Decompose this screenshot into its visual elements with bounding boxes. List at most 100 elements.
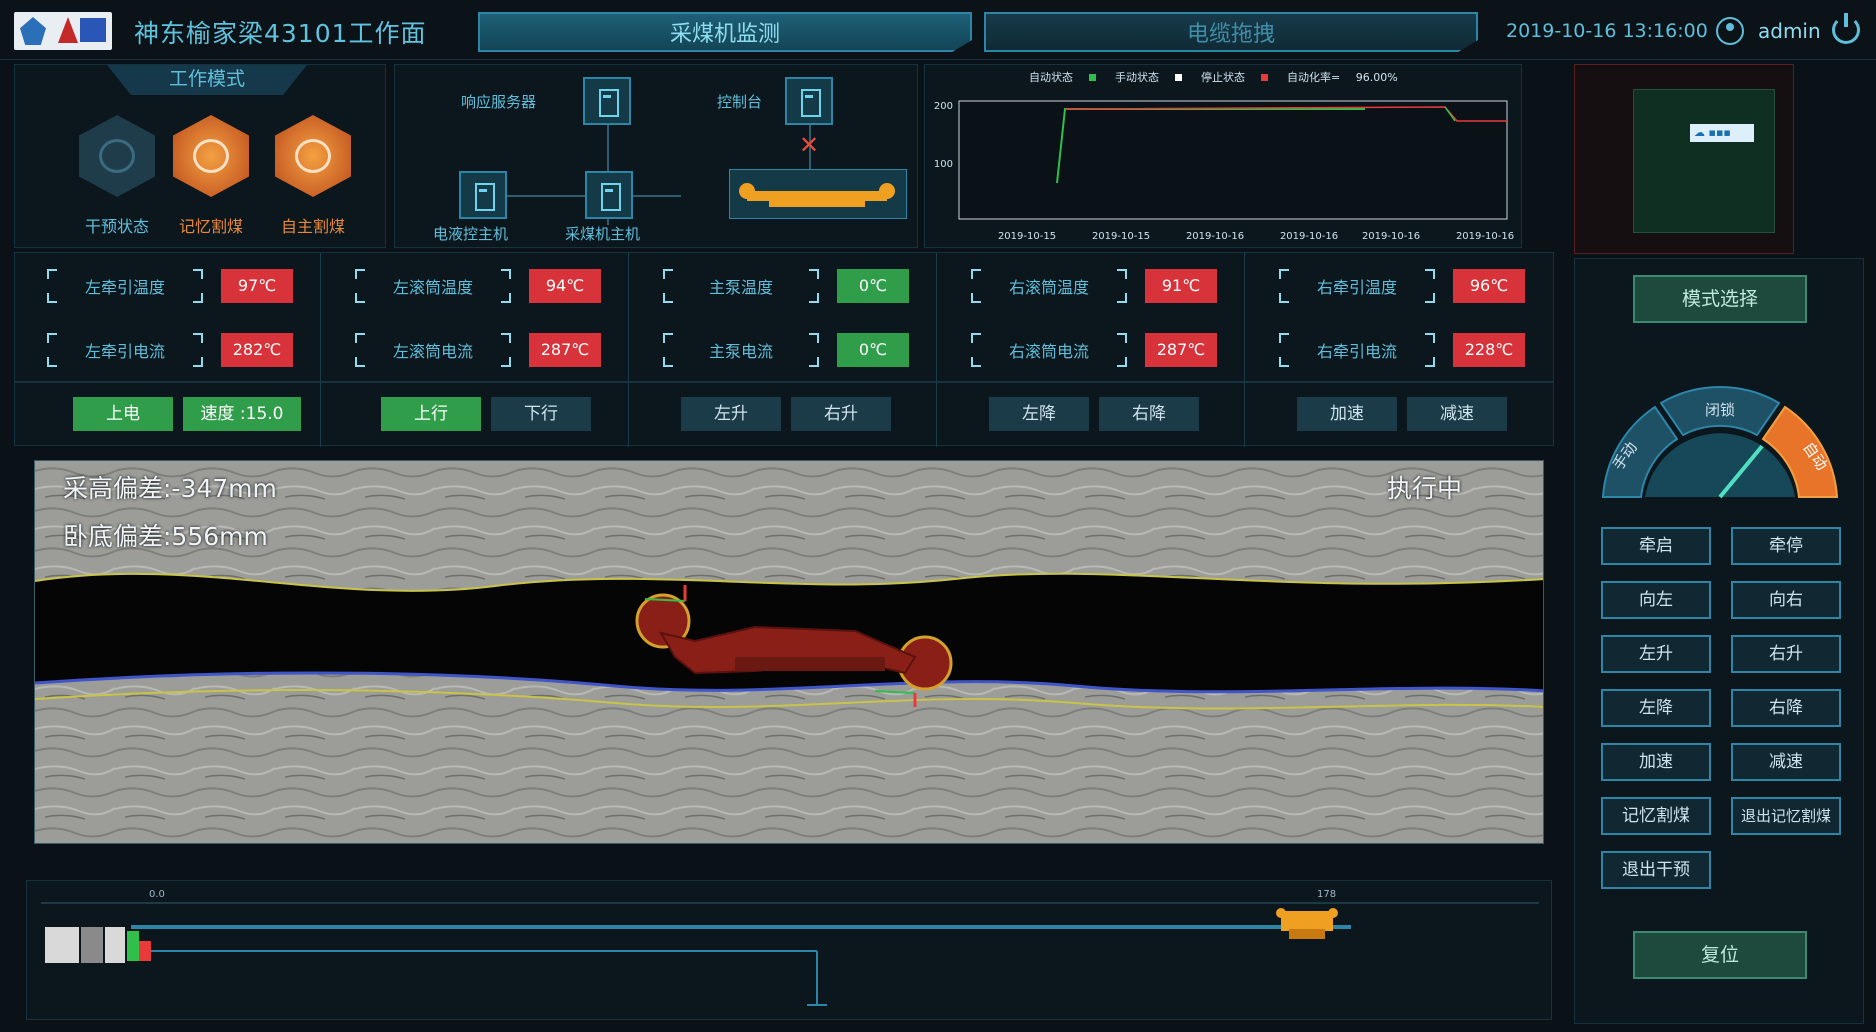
sensor-panel: 左牵引温度 97℃ 左牵引电流 282℃ 左滚筒温度 94℃ 左滚筒电流 287℃ 主泵… <box>14 252 1554 383</box>
side-left-raise-button[interactable]: 左升 <box>1601 635 1711 673</box>
move-left-button[interactable]: 向左 <box>1601 581 1711 619</box>
trend-xtick: 2019-10-16 <box>1362 231 1420 242</box>
network-topology-panel: 响应服务器 控制台 ✕ 电液控主机 采煤机主机 <box>394 64 918 248</box>
speed-button[interactable]: 速度 :15.0 <box>183 397 301 431</box>
user-icon[interactable] <box>1716 17 1744 45</box>
datetime-display: 2019-10-16 13:16:00 <box>1506 20 1708 42</box>
side-right-lower-button[interactable]: 右降 <box>1731 689 1841 727</box>
sensor-value: 97℃ <box>221 269 293 303</box>
move-up-button[interactable]: 上行 <box>381 397 481 431</box>
floor-deviation-readout: 卧底偏差:556mm <box>63 522 268 551</box>
sensor-name: 左滚筒温度 <box>353 267 513 305</box>
sensor-group-right-haul: 右牵引温度 96℃ 右牵引电流 228℃ <box>1247 253 1553 383</box>
control-group-power: 上电 速度 :15.0 <box>15 383 321 447</box>
control-group-speed: 加速 减速 <box>1247 383 1553 447</box>
sensor-group-left-drum: 左滚筒温度 94℃ 左滚筒电流 287℃ <box>323 253 629 383</box>
trend-xtick: 2019-10-15 <box>998 231 1056 242</box>
left-lower-button[interactable]: 左降 <box>989 397 1089 431</box>
mode-memory-cutting-label: 记忆割煤 <box>178 217 243 236</box>
target-icon <box>99 139 135 173</box>
hydraulic-host-node[interactable] <box>459 171 507 219</box>
execution-status: 执行中 <box>1387 474 1463 503</box>
sensor-name: 右滚筒温度 <box>969 267 1129 305</box>
automation-trend-chart: 自动状态 手动状态 停止状态 自动化率= 96.00% 200 100 2019… <box>924 64 1522 248</box>
track-visualization: 0.0 178 <box>41 889 1539 1006</box>
side-left-lower-button[interactable]: 左降 <box>1601 689 1711 727</box>
mode-auto-cutting-button[interactable] <box>275 115 351 197</box>
control-group-lower: 左降 右降 <box>939 383 1245 447</box>
console-node[interactable] <box>785 77 833 125</box>
sensor-value: 96℃ <box>1453 269 1525 303</box>
company-logo <box>14 12 112 50</box>
sensor-value: 282℃ <box>221 333 293 367</box>
response-server-label: 响应服务器 <box>461 93 537 111</box>
legend-auto: 自动状态 <box>1029 71 1100 84</box>
sensor-group-left-haul: 左牵引温度 97℃ 左牵引电流 282℃ <box>15 253 321 383</box>
sensor-value: 0℃ <box>837 269 909 303</box>
sensor-value: 0℃ <box>837 333 909 367</box>
exit-memory-cutting-button[interactable]: 退出记忆割煤 <box>1731 797 1841 835</box>
camera-preview-panel: ☁ ▪▪▪ <box>1574 64 1794 254</box>
exit-intervention-button[interactable]: 退出干预 <box>1601 851 1711 889</box>
mode-select-button[interactable]: 模式选择 <box>1633 275 1807 323</box>
gauge-label-locked: 闭锁 <box>1705 401 1735 419</box>
side-decelerate-button[interactable]: 减速 <box>1731 743 1841 781</box>
shearer-position-marker[interactable] <box>1276 908 1338 939</box>
mode-gauge[interactable]: 手动 闭锁 自动 <box>1585 347 1855 507</box>
sensor-name: 主泵电流 <box>661 331 821 369</box>
gear-icon <box>295 139 331 173</box>
sensor-name: 主泵温度 <box>661 267 821 305</box>
shearer-host-node[interactable] <box>585 171 633 219</box>
trend-xtick: 2019-10-15 <box>1092 231 1150 242</box>
camera-screen[interactable]: ☁ ▪▪▪ <box>1633 89 1775 233</box>
legend-manual: 手动状态 <box>1115 71 1186 84</box>
track-start-label: 0.0 <box>149 889 165 900</box>
memory-cutting-button[interactable]: 记忆割煤 <box>1601 797 1711 835</box>
track-rail <box>131 925 1351 929</box>
side-right-raise-button[interactable]: 右升 <box>1731 635 1841 673</box>
legend-rate: 自动化率= 96.00% <box>1287 71 1398 84</box>
haul-start-button[interactable]: 牵启 <box>1601 527 1711 565</box>
haul-stop-button[interactable]: 牵停 <box>1731 527 1841 565</box>
stage-loader-icon <box>45 927 151 963</box>
move-down-button[interactable]: 下行 <box>491 397 591 431</box>
work-mode-title: 工作模式 <box>107 65 307 95</box>
sensor-name: 右滚筒电流 <box>969 331 1129 369</box>
tab-shearer-monitoring[interactable]: 采煤机监测 <box>478 12 972 52</box>
sensor-name: 右牵引电流 <box>1277 331 1437 369</box>
mode-memory-cutting-button[interactable] <box>173 115 249 197</box>
camera-badge-icon: ☁ ▪▪▪ <box>1690 124 1754 142</box>
power-on-button[interactable]: 上电 <box>73 397 173 431</box>
sensor-value: 94℃ <box>529 269 601 303</box>
work-mode-panel: 工作模式 干预状态 记忆割煤 自主割煤 <box>14 64 386 248</box>
shearer-position-track: 0.0 178 <box>26 880 1552 1020</box>
mode-auto-cutting-label: 自主割煤 <box>280 217 345 236</box>
reset-button[interactable]: 复位 <box>1633 931 1807 979</box>
right-lower-button[interactable]: 右降 <box>1099 397 1199 431</box>
side-control-panel: 模式选择 手动 闭锁 自动 牵启 牵停 向左 向右 左升 右升 左降 右降 加速… <box>1574 258 1864 1024</box>
power-icon[interactable] <box>1832 13 1860 44</box>
trend-ytick: 100 <box>934 159 953 170</box>
control-group-raise: 左升 右升 <box>631 383 937 447</box>
trend-ytick: 200 <box>934 101 953 112</box>
link-line <box>631 195 681 197</box>
trend-xtick: 2019-10-16 <box>1186 231 1244 242</box>
legend-stop: 停止状态 <box>1201 71 1272 84</box>
mode-intervention-button[interactable] <box>79 115 155 197</box>
move-right-button[interactable]: 向右 <box>1731 581 1841 619</box>
app-title: 神东榆家梁43101工作面 <box>134 19 427 48</box>
height-deviation-readout: 采高偏差:-347mm <box>63 474 277 503</box>
decelerate-button[interactable]: 减速 <box>1407 397 1507 431</box>
right-raise-button[interactable]: 右升 <box>791 397 891 431</box>
shearer-control-strip: 上电 速度 :15.0 上行 下行 左升 右升 左降 右降 加速 减速 <box>14 382 1554 447</box>
accelerate-button[interactable]: 加速 <box>1297 397 1397 431</box>
shearer-host-label: 采煤机主机 <box>565 225 641 243</box>
username: admin <box>1758 19 1821 43</box>
sensor-name: 右牵引温度 <box>1277 267 1437 305</box>
left-raise-button[interactable]: 左升 <box>681 397 781 431</box>
tab-cable-drag[interactable]: 电缆拖拽 <box>984 12 1478 52</box>
response-server-node[interactable] <box>583 77 631 125</box>
sensor-name: 左牵引温度 <box>45 267 205 305</box>
track-end-label: 178 <box>1317 889 1336 900</box>
side-accelerate-button[interactable]: 加速 <box>1601 743 1711 781</box>
